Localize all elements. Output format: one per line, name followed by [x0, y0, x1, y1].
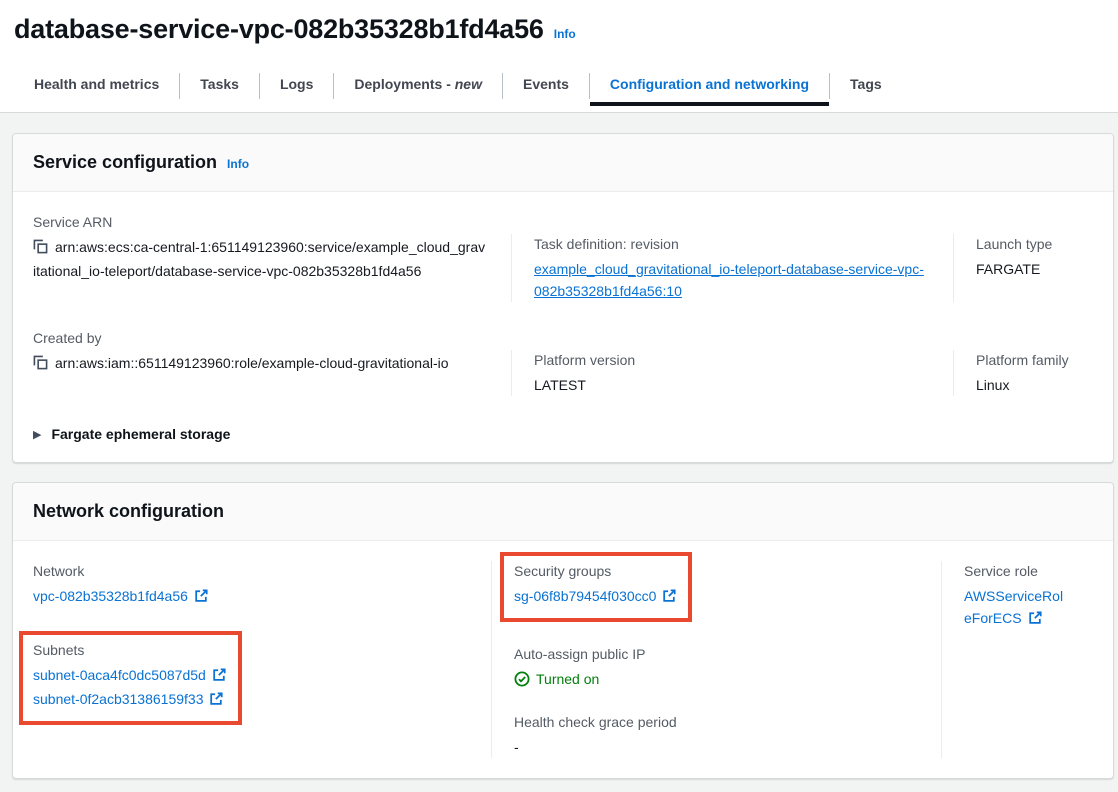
- platform-version-value: LATEST: [534, 374, 929, 396]
- task-definition-link[interactable]: example_cloud_gravitational_io-teleport-…: [534, 261, 924, 299]
- service-configuration-panel: Service configuration Info Service ARN a…: [12, 133, 1114, 463]
- service-role-field: Service role AWSServiceRoleForECS: [964, 561, 1069, 631]
- subnet-link-2[interactable]: subnet-0f2acb31386159f33: [33, 691, 203, 707]
- task-definition-field: Task definition: revision example_cloud_…: [511, 234, 953, 302]
- network-configuration-panel: Network configuration Network vpc-082b35…: [12, 482, 1114, 779]
- platform-version-label: Platform version: [534, 350, 929, 370]
- success-check-icon: [514, 671, 530, 687]
- service-arn-value: arn:aws:ecs:ca-central-1:651149123960:se…: [33, 239, 485, 279]
- service-role-link[interactable]: AWSServiceRoleForECS: [964, 588, 1063, 626]
- expander-caret-icon: ▶: [33, 428, 41, 441]
- external-link-icon: [209, 690, 223, 712]
- fargate-ephemeral-storage-expander[interactable]: ▶ Fargate ephemeral storage: [33, 426, 1093, 442]
- auto-assign-public-ip-status: Turned on: [514, 668, 917, 690]
- tab-bar: Health and metrics Tasks Logs Deployment…: [14, 72, 1118, 112]
- tab-deployments-label: Deployments -: [354, 76, 450, 92]
- network-configuration-body: Network vpc-082b35328b1fd4a56 Subnets su…: [13, 541, 1113, 778]
- service-arn-value-wrap: arn:aws:ecs:ca-central-1:651149123960:se…: [33, 236, 487, 282]
- network-label: Network: [33, 561, 467, 581]
- auto-assign-public-ip-field: Auto-assign public IP Turned on: [514, 644, 917, 690]
- service-configuration-title: Service configuration: [33, 152, 217, 173]
- tab-tasks[interactable]: Tasks: [180, 72, 259, 106]
- auto-assign-public-ip-value: Turned on: [536, 668, 599, 690]
- launch-type-field: Launch type FARGATE: [953, 234, 1093, 302]
- network-config-row: Network vpc-082b35328b1fd4a56 Subnets su…: [33, 561, 1093, 758]
- auto-assign-public-ip-label: Auto-assign public IP: [514, 644, 917, 664]
- vpc-link[interactable]: vpc-082b35328b1fd4a56: [33, 588, 188, 604]
- tab-deployments[interactable]: Deployments - new: [334, 72, 502, 106]
- service-configuration-info-link[interactable]: Info: [227, 157, 249, 171]
- copy-icon[interactable]: [33, 354, 48, 376]
- copy-icon[interactable]: [33, 238, 48, 260]
- task-definition-label: Task definition: revision: [534, 234, 929, 254]
- subnets-label: Subnets: [33, 640, 226, 660]
- service-arn-label: Service ARN: [33, 212, 487, 232]
- page-title: database-service-vpc-082b35328b1fd4a56: [14, 14, 544, 45]
- network-field: Network vpc-082b35328b1fd4a56: [33, 561, 467, 609]
- security-group-link[interactable]: sg-06f8b79454f030cc0: [514, 588, 656, 604]
- security-groups-label: Security groups: [514, 561, 676, 581]
- network-configuration-header: Network configuration: [13, 483, 1113, 541]
- title-row: database-service-vpc-082b35328b1fd4a56 I…: [14, 14, 1118, 45]
- created-by-label: Created by: [33, 328, 487, 348]
- platform-version-field: Platform version LATEST: [511, 350, 953, 396]
- subnet-links: subnet-0aca4fc0dc5087d5d subnet-0f2acb31…: [33, 664, 226, 712]
- platform-family-field: Platform family Linux: [953, 350, 1093, 396]
- tab-logs[interactable]: Logs: [260, 72, 333, 106]
- created-by-value-wrap: arn:aws:iam::651149123960:role/example-c…: [33, 352, 487, 376]
- health-check-grace-period-label: Health check grace period: [514, 712, 917, 732]
- health-check-grace-period-value: -: [514, 736, 917, 758]
- network-column: Network vpc-082b35328b1fd4a56 Subnets su…: [33, 561, 491, 758]
- service-configuration-header: Service configuration Info: [13, 134, 1113, 192]
- platform-family-label: Platform family: [976, 350, 1069, 370]
- health-check-grace-period-field: Health check grace period -: [514, 712, 917, 758]
- tab-deployments-new-badge: new: [455, 76, 482, 92]
- external-link-icon: [194, 587, 208, 609]
- service-configuration-body: Service ARN arn:aws:ecs:ca-central-1:651…: [13, 192, 1113, 462]
- created-by-value: arn:aws:iam::651149123960:role/example-c…: [55, 355, 449, 371]
- tab-health-and-metrics[interactable]: Health and metrics: [14, 72, 179, 106]
- external-link-icon: [662, 587, 676, 609]
- title-info-link[interactable]: Info: [554, 27, 576, 41]
- network-configuration-title: Network configuration: [33, 501, 224, 522]
- service-config-row-2: Created by arn:aws:iam::651149123960:rol…: [33, 328, 1093, 396]
- subnet-link-1[interactable]: subnet-0aca4fc0dc5087d5d: [33, 667, 206, 683]
- service-role-label: Service role: [964, 561, 1069, 581]
- security-column: Security groups sg-06f8b79454f030cc0 Aut…: [491, 561, 941, 758]
- tab-configuration-and-networking[interactable]: Configuration and networking: [590, 72, 829, 106]
- launch-type-label: Launch type: [976, 234, 1069, 254]
- launch-type-value: FARGATE: [976, 258, 1069, 280]
- tab-events[interactable]: Events: [503, 72, 589, 106]
- created-by-field: Created by arn:aws:iam::651149123960:rol…: [33, 328, 511, 396]
- tab-tags[interactable]: Tags: [830, 72, 902, 106]
- subnets-highlight-box: Subnets subnet-0aca4fc0dc5087d5d subnet-…: [19, 631, 242, 725]
- fargate-ephemeral-storage-label: Fargate ephemeral storage: [51, 426, 230, 442]
- platform-family-value: Linux: [976, 374, 1069, 396]
- main-content: Service configuration Info Service ARN a…: [0, 113, 1118, 791]
- page-header: database-service-vpc-082b35328b1fd4a56 I…: [0, 0, 1118, 113]
- external-link-icon: [212, 666, 226, 688]
- security-groups-highlight-box: Security groups sg-06f8b79454f030cc0: [500, 552, 692, 622]
- service-arn-field: Service ARN arn:aws:ecs:ca-central-1:651…: [33, 212, 511, 302]
- service-config-row-1: Service ARN arn:aws:ecs:ca-central-1:651…: [33, 212, 1093, 302]
- service-role-column: Service role AWSServiceRoleForECS: [941, 561, 1093, 758]
- external-link-icon: [1028, 609, 1042, 631]
